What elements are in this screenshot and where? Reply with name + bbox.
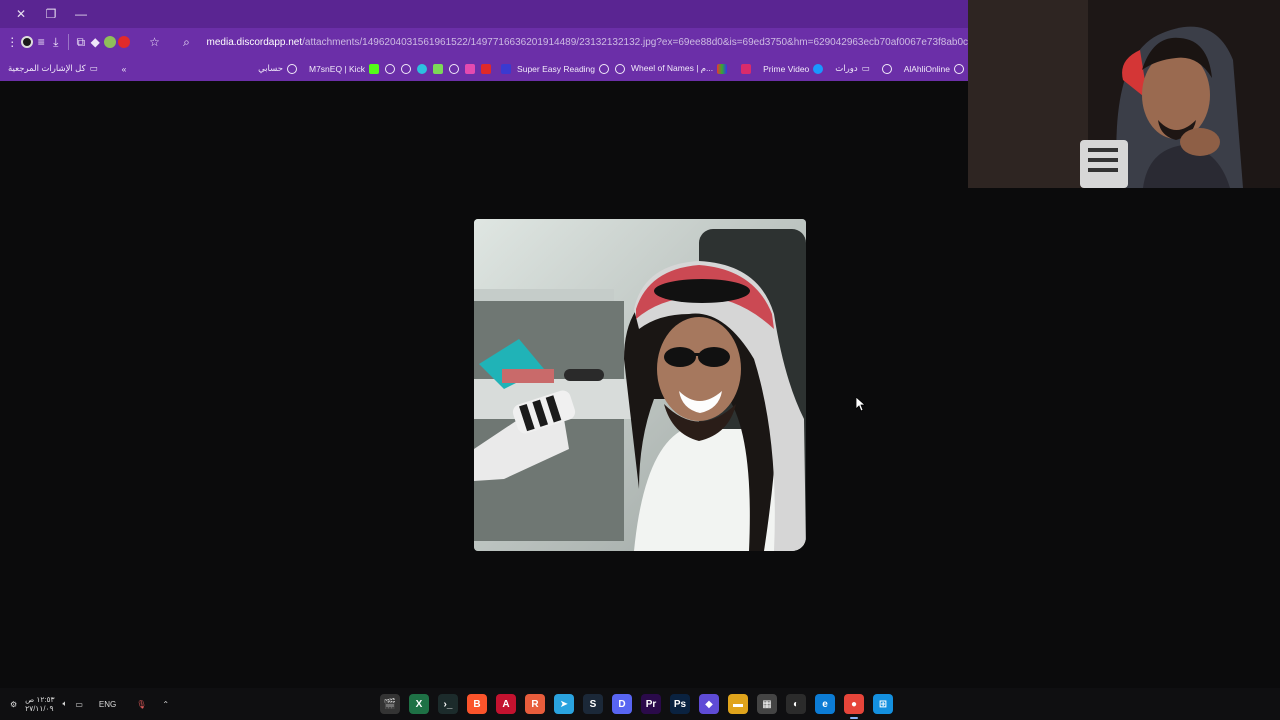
extension-diamond-icon[interactable]: ◆ — [89, 30, 102, 54]
toolbar-divider — [68, 34, 69, 50]
clock-date: ٢٧/١١/٠٩ — [25, 704, 54, 713]
bookmark-folder[interactable]: دورات ▭ — [835, 63, 869, 74]
site-info-icon[interactable]: ⌕ — [175, 30, 199, 54]
windows-taskbar: ⚙ ١٢:٥٣ ص ٢٧/١١/٠٩ 🔈︎ ▭ ENG 🎙︎ ⌃ 🎬 X ›_ B A R… — [0, 688, 1280, 720]
bookmark-item[interactable]: Prime Video — [763, 63, 824, 74]
bookmark-label: Wheel of Names | م... — [631, 63, 714, 73]
blue-icon[interactable] — [501, 63, 512, 74]
discord-icon[interactable]: D — [612, 694, 632, 714]
photoshop-icon[interactable]: Ps — [670, 694, 690, 714]
bookmark-label: Super Easy Reading — [517, 63, 596, 74]
all-bookmarks-label: كل الإشارات المرجعية — [8, 63, 86, 73]
title-bar: ✕ ❐ — — [0, 0, 968, 28]
viewed-photo[interactable] — [474, 219, 806, 551]
browser-toolbar: ⋮ ≡ ⤓ ⧉ ◆ ☆ ⌕ media.discordapp.net/attac… — [0, 28, 969, 56]
bookmark-label: Prime Video — [763, 63, 810, 74]
globe-icon[interactable] — [385, 63, 396, 74]
clock[interactable]: ١٢:٥٣ ص ٢٧/١١/٠٩ — [25, 695, 54, 713]
autodesk-icon[interactable]: A — [496, 694, 516, 714]
language-indicator[interactable]: ENG — [99, 700, 116, 709]
globe-icon[interactable] — [449, 63, 460, 74]
clock-time: ١٢:٥٣ ص — [25, 695, 55, 704]
photo-image — [474, 219, 806, 551]
minimize-icon[interactable]: — — [66, 0, 96, 28]
menu-kebab-icon[interactable]: ⋮ — [6, 30, 19, 54]
chrome-icon[interactable]: ● — [844, 694, 864, 719]
extension-icon[interactable] — [20, 30, 34, 54]
restore-icon[interactable]: ❐ — [36, 0, 66, 28]
windows-start-icon[interactable]: ⊞ — [873, 694, 893, 714]
prime-video-icon — [813, 63, 824, 74]
bookmark-item[interactable]: M7snEQ | Kick — [308, 63, 380, 74]
extensions-puzzle-icon[interactable]: ⧉ — [75, 30, 88, 54]
app-r-icon[interactable]: R — [525, 694, 545, 714]
chevron-up-icon[interactable]: ⌃ — [162, 700, 169, 709]
taskbar-apps: 🎬 X ›_ B A R ➤ S D Pr Ps ◆ ▬ ▦ ◐ e ● ⊞ — [380, 688, 893, 720]
reading-list-icon[interactable]: ≡ — [35, 30, 48, 54]
extension-red-icon[interactable] — [118, 30, 131, 54]
bookmark-item[interactable]: Wheel of Names | م... — [631, 63, 728, 74]
globe-icon[interactable] — [401, 63, 412, 74]
brave-icon[interactable]: B — [467, 694, 487, 714]
url-host: media.discordapp.net — [206, 36, 303, 48]
microphone-icon[interactable]: 🎙︎ — [136, 700, 146, 709]
linear-icon[interactable]: ◆ — [699, 694, 719, 714]
url-text[interactable]: media.discordapp.net/attachments/1496204… — [207, 37, 969, 48]
store-icon[interactable]: ▦ — [757, 694, 777, 714]
bookmark-label: AlAhliOnline — [903, 63, 950, 74]
all-bookmarks-button[interactable]: كل الإشارات المرجعية ▭ — [8, 63, 98, 74]
kick-icon — [369, 63, 380, 74]
excel-icon[interactable]: X — [409, 694, 429, 714]
globe-icon — [954, 63, 964, 74]
bookmark-label: دورات — [835, 63, 858, 73]
edge-icon[interactable] — [417, 63, 428, 74]
wheel-icon — [717, 63, 728, 74]
globe-icon — [599, 63, 610, 74]
telegram-icon[interactable]: ➤ — [554, 694, 574, 714]
file-explorer-icon[interactable]: ▬ — [728, 694, 748, 714]
download-icon[interactable]: ⤓ — [50, 30, 63, 54]
bookmark-star-icon[interactable]: ☆ — [143, 30, 167, 54]
folder-icon: ▭ — [861, 63, 870, 73]
clapper-icon[interactable]: 🎬 — [380, 694, 400, 714]
close-icon[interactable]: ✕ — [6, 0, 36, 28]
photo-icon[interactable] — [465, 63, 476, 74]
obs-icon[interactable]: ◐ — [786, 694, 806, 714]
webcam-overlay — [968, 0, 1280, 188]
url-path: /attachments/1496204031561961522/1497716… — [302, 36, 969, 48]
globe-icon[interactable] — [881, 63, 892, 74]
edge-icon[interactable]: e — [815, 694, 835, 714]
bookmark-item[interactable]: حسابي — [258, 63, 297, 74]
globe-icon — [286, 63, 297, 74]
settings-icon[interactable]: ⚙ — [10, 700, 17, 709]
bookmark-item[interactable]: Super Easy Reading — [517, 63, 610, 74]
volume-icon[interactable]: 🔈︎ — [63, 699, 68, 709]
folder-icon: ▭ — [89, 63, 98, 73]
address-bar[interactable]: ☆ ⌕ media.discordapp.net/attachments/149… — [142, 30, 969, 54]
mouse-cursor-icon — [855, 396, 867, 417]
bookmark-label: M7snEQ | Kick — [308, 63, 366, 74]
bookmark-label: حسابي — [258, 63, 283, 73]
globe-icon[interactable] — [615, 63, 626, 74]
autodesk-icon[interactable] — [481, 63, 492, 74]
chevrons-left-icon: « — [121, 63, 127, 74]
premiere-icon[interactable]: Pr — [641, 694, 661, 714]
browser-window: ✕ ❐ — ⋮ ≡ ⤓ ⧉ ◆ ☆ ⌕ media.discordapp.net… — [0, 0, 969, 81]
red-icon[interactable] — [741, 63, 752, 74]
bookmark-item[interactable]: AlAhliOnline — [903, 63, 964, 74]
download-arrow-icon[interactable] — [433, 63, 444, 74]
bookmarks-bar: كل الإشارات المرجعية ▭ « حسابي M7snEQ | … — [0, 56, 968, 81]
steam-icon[interactable]: S — [583, 694, 603, 714]
webcam-person-image — [968, 0, 1280, 188]
bookmarks-overflow-button[interactable]: « — [122, 64, 127, 74]
network-icon[interactable]: ▭ — [75, 700, 83, 709]
system-tray: ⚙ ١٢:٥٣ ص ٢٧/١١/٠٩ 🔈︎ ▭ ENG 🎙︎ ⌃ — [10, 688, 169, 720]
terminal-icon[interactable]: ›_ — [438, 694, 458, 714]
extension-green-icon[interactable] — [103, 30, 117, 54]
